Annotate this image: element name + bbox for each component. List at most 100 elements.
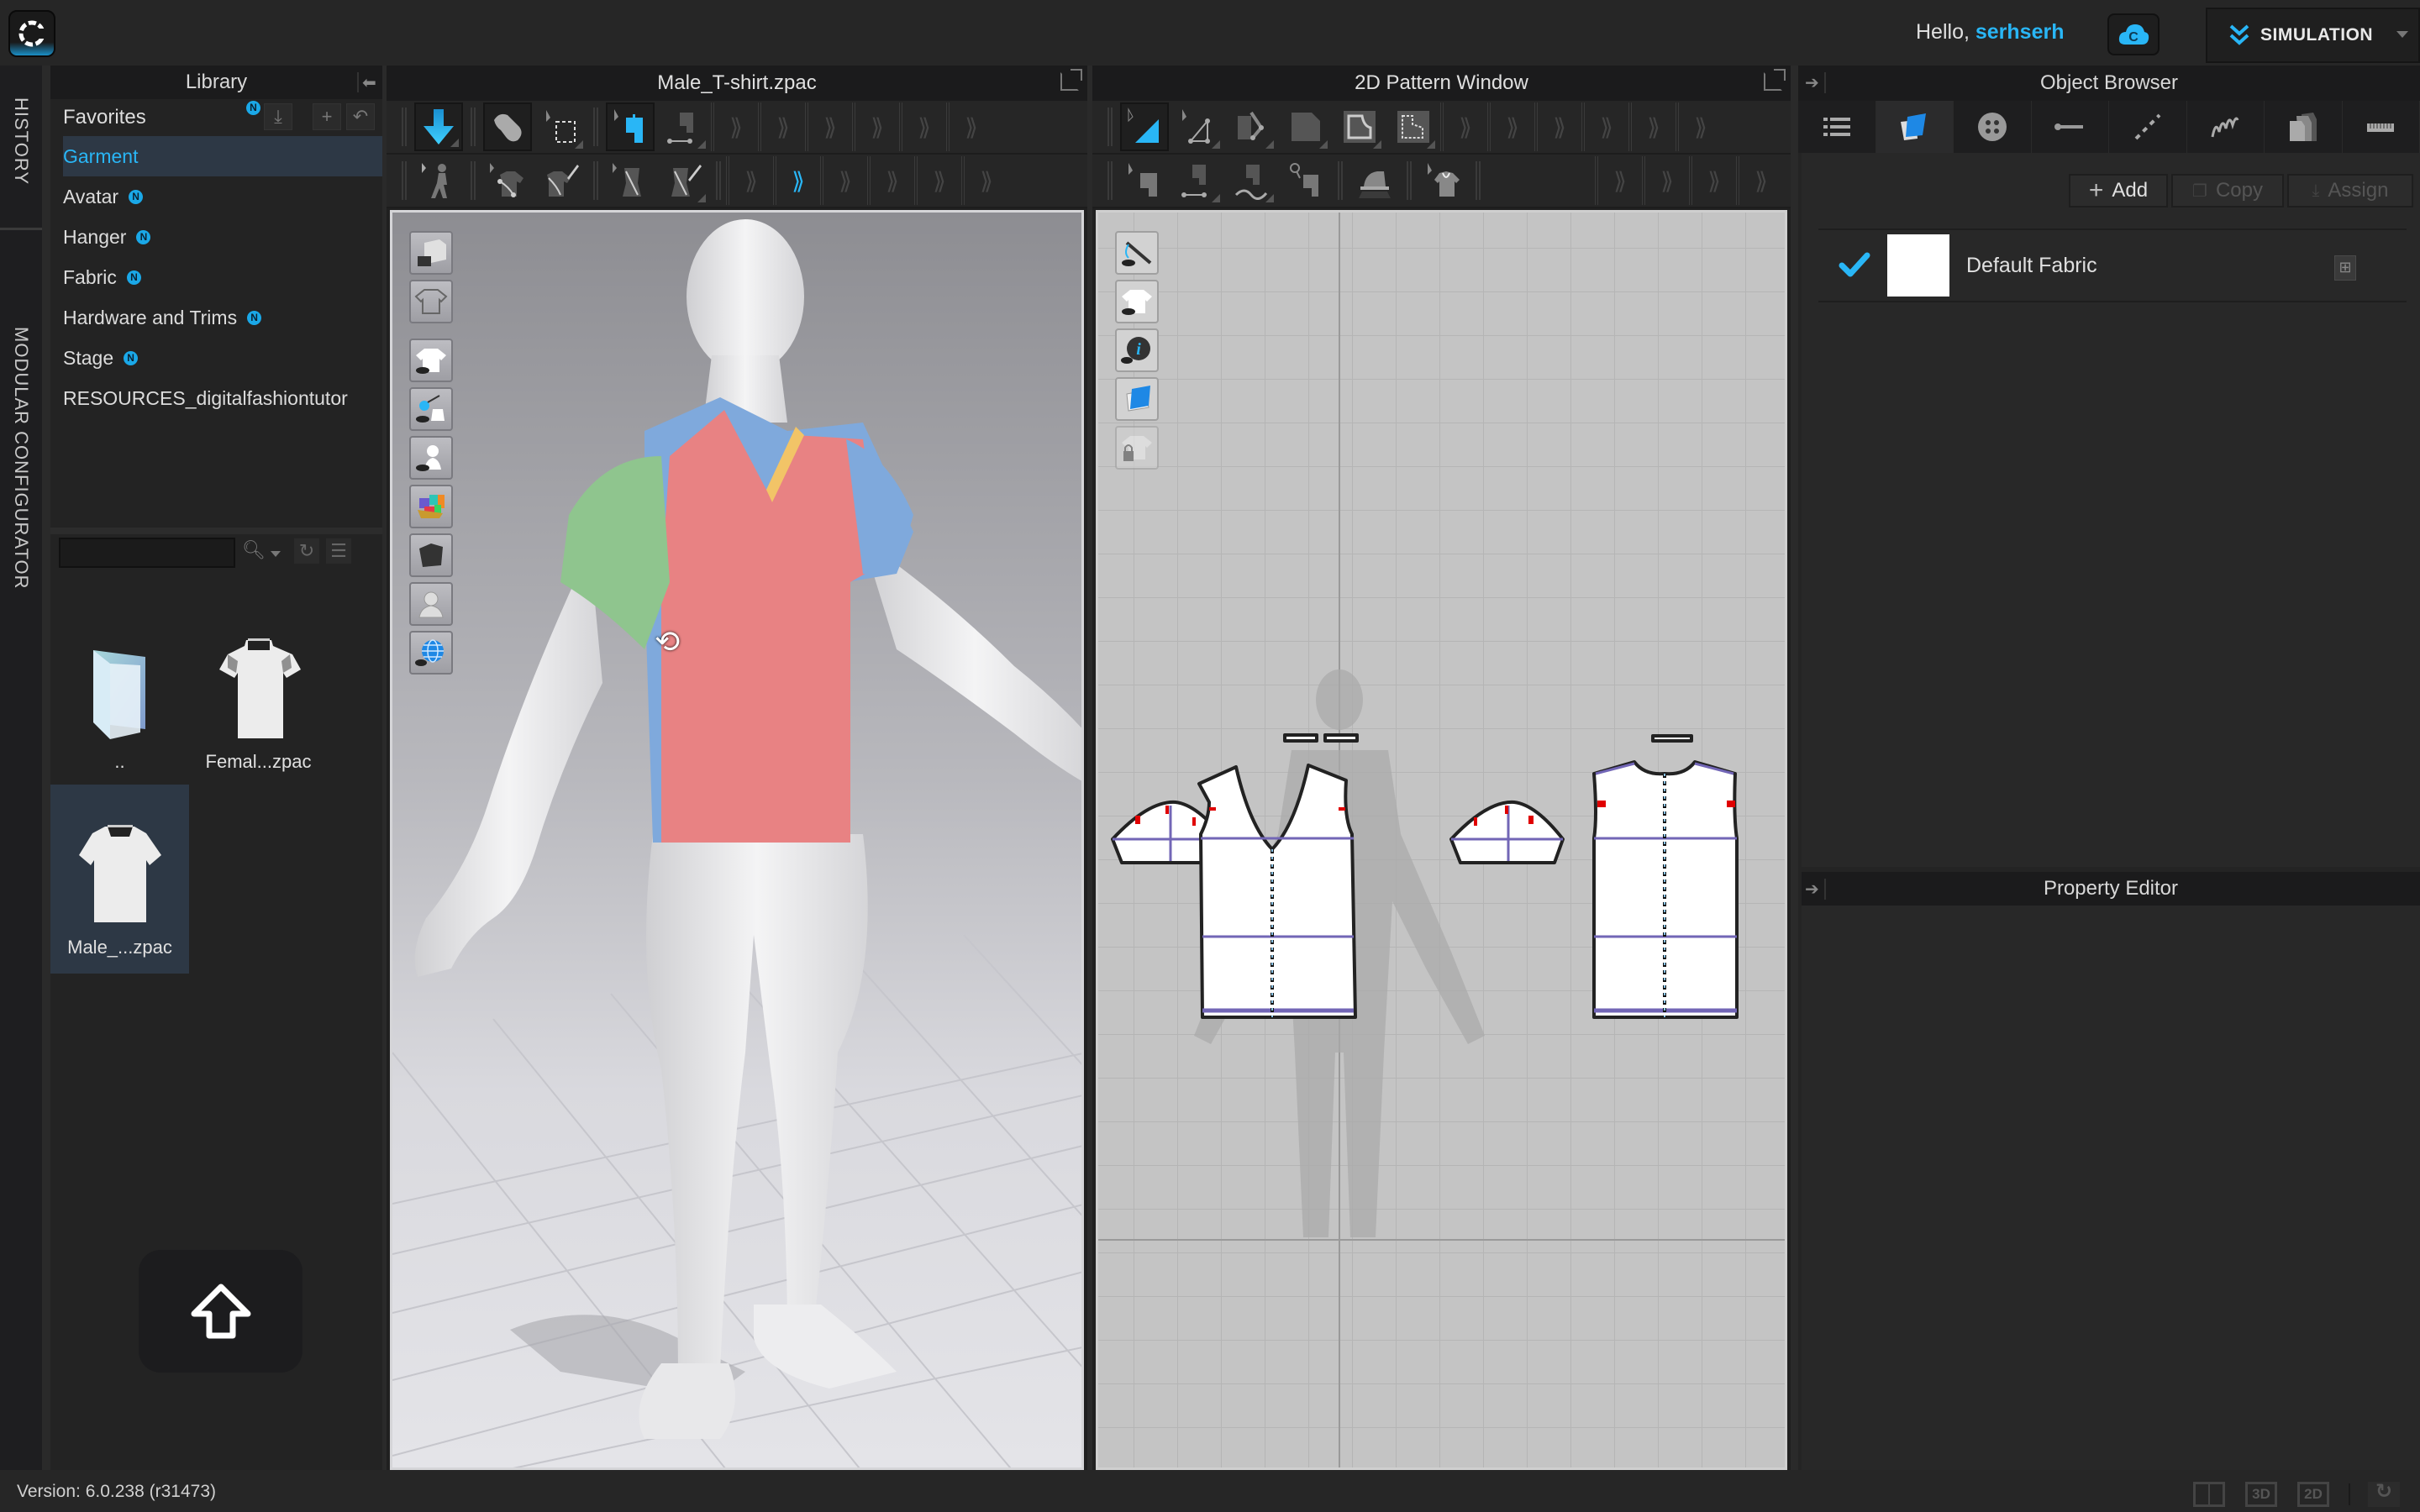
steam-button[interactable] <box>1350 156 1399 205</box>
3d-view-button[interactable]: 3D <box>2245 1482 2277 1507</box>
tab-fabric[interactable] <box>1876 101 1954 153</box>
internal-polygon-button[interactable] <box>1335 102 1384 151</box>
fabric-list-item[interactable]: Default Fabric ⊞ <box>1818 228 2407 302</box>
duplicate-fabric-icon[interactable]: ⊞ <box>2334 255 2356 281</box>
library-item-resources[interactable]: RESOURCES_digitalfashiontutor <box>63 378 382 418</box>
toolbar-overflow[interactable]: ⟫ <box>1581 102 1628 151</box>
toolbar-overflow[interactable]: ⟫ <box>914 156 961 205</box>
library-item-stage[interactable]: Stage N <box>63 338 382 378</box>
toolbar-grip[interactable] <box>471 108 476 146</box>
tab-buttonhole[interactable] <box>2032 101 2109 153</box>
toolbar-grip[interactable] <box>1107 108 1113 146</box>
refresh-icon[interactable]: ↻ <box>294 538 319 564</box>
library-item-hardware-and-trims[interactable]: Hardware and Trims N <box>63 297 382 338</box>
refresh-icon[interactable]: ↻ <box>2368 1482 2400 1507</box>
toolbar-overflow[interactable]: ⟫ <box>867 156 914 205</box>
toolbar-overflow[interactable]: ⟫ <box>1642 156 1689 205</box>
segment-sewing-button[interactable] <box>606 102 655 151</box>
show-info-button[interactable]: i <box>1115 328 1159 372</box>
favorites-row[interactable]: Favorites N ⤓ + ↶ <box>50 99 382 136</box>
toolbar-grip[interactable] <box>402 108 407 146</box>
split-view-button[interactable] <box>2193 1482 2225 1507</box>
show-sewing-lines-button[interactable] <box>1115 231 1159 275</box>
tab-measure[interactable] <box>2343 101 2420 153</box>
toolbar-overflow[interactable]: ⟫ <box>946 102 993 151</box>
library-item-hanger[interactable]: Hanger N <box>63 217 382 257</box>
library-item-fabric[interactable]: Fabric N <box>63 257 382 297</box>
list-view-icon[interactable]: ☰ <box>326 538 351 564</box>
toolbar-overflow[interactable]: ⟫ <box>711 102 758 151</box>
library-item-garment[interactable]: Garment <box>63 136 382 176</box>
free-sewing-2d-button[interactable] <box>1228 156 1276 205</box>
toolbar-overflow[interactable]: ⟫ <box>1487 102 1534 151</box>
toolbar-overflow[interactable]: ⟫ <box>961 156 1008 205</box>
segment-sewing-2d-button[interactable] <box>1174 156 1223 205</box>
select-mesh-button[interactable] <box>483 102 532 151</box>
draw-garment-curve-button[interactable] <box>537 156 586 205</box>
edit-pattern-button[interactable] <box>1174 102 1223 151</box>
tab-list[interactable] <box>1798 101 1876 153</box>
toolbar-overflow-active[interactable]: ⟫ <box>773 156 820 205</box>
toolbar-overflow[interactable]: ⟫ <box>1534 102 1581 151</box>
avatar-pose-button[interactable] <box>414 156 463 205</box>
dropdown-caret-icon[interactable] <box>2396 31 2408 38</box>
collapse-arrow-icon[interactable]: ➔ <box>1805 72 1826 93</box>
toolbar-overflow[interactable]: ⟫ <box>820 156 867 205</box>
toolbar-overflow[interactable]: ⟫ <box>852 102 899 151</box>
colorway-button[interactable] <box>409 485 453 528</box>
fabric-texture-button[interactable] <box>1115 377 1159 421</box>
2d-viewport[interactable]: i <box>1096 210 1787 1470</box>
fold-arrangement-button[interactable] <box>1419 156 1468 205</box>
toolbar-grip[interactable] <box>402 161 407 200</box>
tab-topstitch[interactable] <box>2109 101 2187 153</box>
pattern-pieces[interactable] <box>1098 213 1787 1470</box>
draw-avatar-curve-button[interactable] <box>660 156 708 205</box>
copy-fabric-button[interactable]: ❐ Copy <box>2171 174 2284 207</box>
popout-window-icon[interactable] <box>1764 69 1786 91</box>
toolbar-overflow[interactable]: ⟫ <box>758 102 805 151</box>
texture-view-button[interactable] <box>409 231 453 275</box>
simulation-toggle-button[interactable] <box>414 102 463 151</box>
2d-view-button[interactable]: 2D <box>2297 1482 2329 1507</box>
tab-pattern-pieces[interactable] <box>2265 101 2343 153</box>
toolbar-grip[interactable] <box>1338 161 1343 200</box>
collapse-arrow-icon[interactable]: ➔ <box>1805 879 1826 900</box>
panel-splitter[interactable] <box>50 528 382 534</box>
library-item-avatar[interactable]: Avatar N <box>63 176 382 217</box>
edit-avatar-curve-button[interactable] <box>606 156 655 205</box>
edit-garment-curve-button[interactable] <box>483 156 532 205</box>
transform-pattern-button[interactable] <box>1120 102 1169 151</box>
polygon-button[interactable] <box>1281 102 1330 151</box>
trace-button[interactable] <box>1389 102 1438 151</box>
tab-zipper[interactable] <box>2187 101 2265 153</box>
tab-history[interactable]: HISTORY <box>0 66 42 229</box>
file-item-female-tshirt[interactable]: Femal...zpac <box>189 599 328 788</box>
show-avatar-button[interactable] <box>409 436 453 480</box>
toolbar-grip[interactable] <box>716 161 721 200</box>
edit-sewing-button[interactable] <box>1120 156 1169 205</box>
toolbar-overflow[interactable]: ⟫ <box>726 156 773 205</box>
toolbar-overflow[interactable]: ⟫ <box>899 102 946 151</box>
toolbar-overflow[interactable]: ⟫ <box>1595 156 1642 205</box>
download-icon[interactable]: ⤓ <box>264 103 292 130</box>
show-garment-button[interactable] <box>409 339 453 382</box>
popout-window-icon[interactable] <box>1060 69 1082 91</box>
library-search-input[interactable] <box>59 538 235 568</box>
toolbar-grip[interactable] <box>471 161 476 200</box>
check-sewing-length-button[interactable] <box>1281 156 1330 205</box>
toolbar-grip[interactable] <box>593 108 598 146</box>
back-icon[interactable]: ↶ <box>346 103 375 130</box>
toolbar-grip[interactable] <box>1476 161 1481 200</box>
fabric-swatch[interactable] <box>1887 234 1949 297</box>
tab-modular-configurator[interactable]: MODULAR CONFIGURATOR <box>0 230 42 650</box>
fabric-render-button[interactable] <box>409 533 453 577</box>
toolbar-overflow[interactable]: ⟫ <box>1440 102 1487 151</box>
toolbar-overflow[interactable]: ⟫ <box>1628 102 1676 151</box>
tab-button[interactable] <box>1954 101 2032 153</box>
avatar-display-button[interactable] <box>409 582 453 626</box>
assign-fabric-button[interactable]: ⤓ Assign <box>2287 174 2413 207</box>
clo-logo-icon[interactable] <box>8 10 55 57</box>
upload-button[interactable] <box>139 1250 302 1373</box>
search-options-caret-icon[interactable] <box>271 551 281 557</box>
toolbar-overflow[interactable]: ⟫ <box>805 102 852 151</box>
